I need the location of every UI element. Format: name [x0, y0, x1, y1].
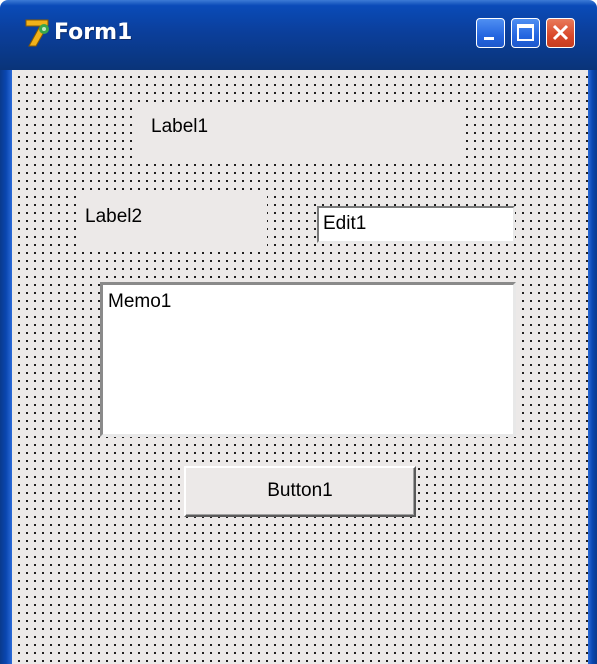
window-border-right — [588, 70, 597, 664]
form-client-area[interactable]: Label1 Label2 Edit1 Memo1 Button1 — [12, 70, 588, 664]
delphi-app-icon — [24, 18, 50, 48]
close-button[interactable] — [546, 18, 575, 48]
minimize-button[interactable] — [476, 18, 505, 48]
edit1-field[interactable]: Edit1 — [317, 206, 515, 243]
label1-text: Label1 — [151, 116, 209, 137]
label1[interactable]: Label1 — [134, 104, 462, 164]
memo1-field[interactable]: Memo1 — [100, 282, 516, 437]
label2-text: Label2 — [85, 206, 143, 227]
window-border-left — [0, 70, 12, 664]
window-title: Form1 — [54, 20, 133, 45]
maximize-button[interactable] — [511, 18, 540, 48]
label2[interactable]: Label2 — [77, 196, 267, 246]
button1[interactable]: Button1 — [184, 466, 416, 517]
form-window: Form1 Label1 Label2 Edit1 Memo1 Button1 — [0, 0, 597, 664]
title-bar[interactable]: Form1 — [0, 0, 597, 70]
